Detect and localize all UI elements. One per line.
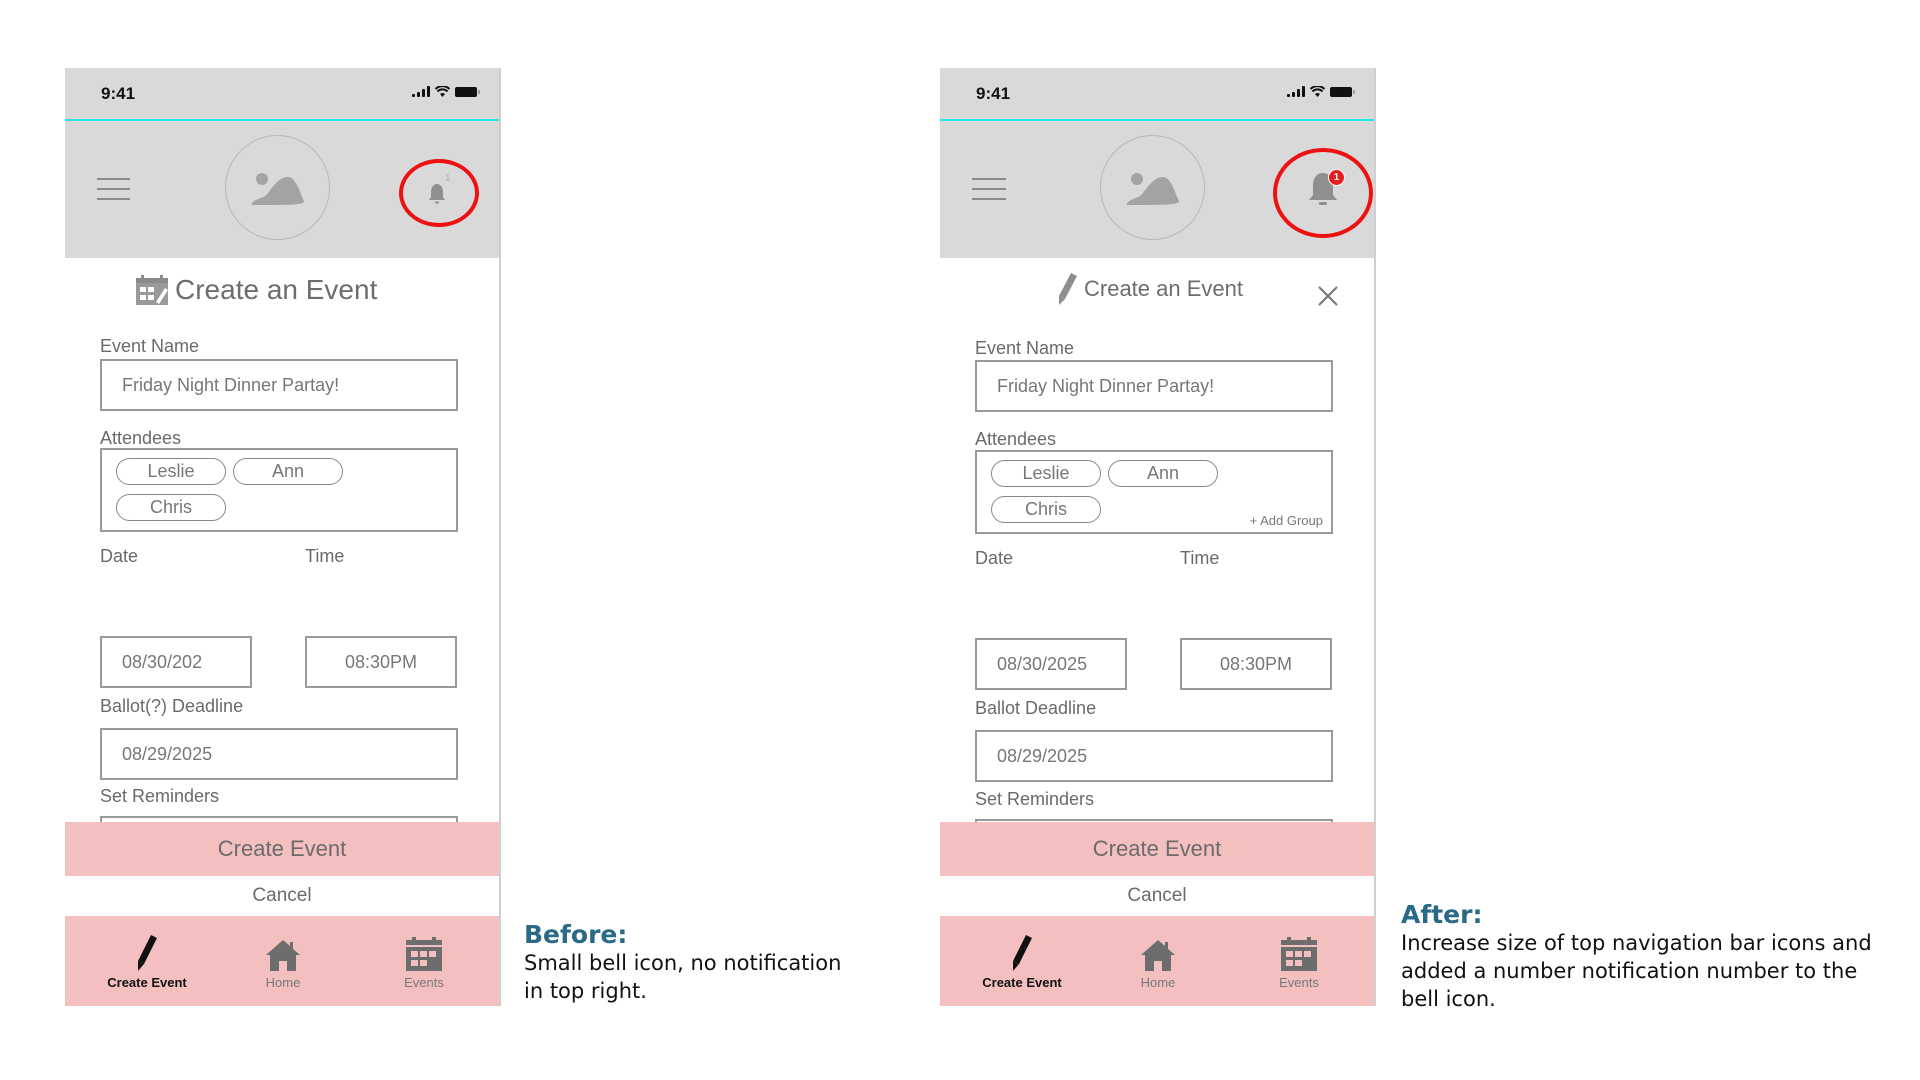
status-time: 9:41 (976, 84, 1011, 103)
pencil-icon (1059, 273, 1077, 305)
event-name-input[interactable]: Friday Night Dinner Partay! (100, 359, 458, 411)
form-title: Create an Event (1058, 272, 1243, 306)
status-time: 9:41 (101, 84, 136, 103)
battery-icon (1330, 86, 1355, 97)
notification-count-faint: 1 (445, 173, 451, 184)
date-label: Date (100, 546, 139, 566)
date-input[interactable]: 08/30/202 (100, 636, 252, 688)
phone-after: 9:41 1 Create an Event Event Name Friday… (940, 68, 1376, 1006)
nav-label: Create Event (982, 975, 1062, 990)
menu-button[interactable] (97, 178, 130, 200)
calendar-icon (406, 937, 442, 971)
deadline-label: Ballot(?) Deadline (100, 696, 244, 716)
calendar-icon (1281, 937, 1317, 971)
after-caption-line: bell icon. (1401, 987, 1496, 1011)
nav-create-event[interactable]: Create Event (87, 930, 207, 990)
app-header: 1 (65, 121, 499, 258)
form-title: Create an Event (135, 274, 377, 306)
deadline-input[interactable]: 08/29/2025 (100, 728, 458, 780)
nav-label: Events (1279, 975, 1319, 990)
event-name-label: Event Name (100, 336, 200, 356)
date-input[interactable]: 08/30/2025 (975, 638, 1127, 690)
deadline-input[interactable]: 08/29/2025 (975, 730, 1333, 782)
after-caption-title: After: (1401, 900, 1483, 929)
phone-before: 9:41 1 Create an Event Event Name Friday… (65, 68, 501, 1006)
create-event-button[interactable]: Create Event (940, 822, 1374, 876)
cancel-button[interactable]: Cancel (65, 876, 499, 916)
logo-placeholder[interactable] (1100, 135, 1205, 240)
before-caption-line: in top right. (524, 979, 647, 1003)
bottom-nav: Create Event Home Events (65, 916, 499, 1006)
status-icons (1287, 86, 1355, 97)
nav-events[interactable]: Events (364, 930, 484, 990)
attendees-label: Attendees (975, 429, 1057, 449)
nav-home[interactable]: Home (223, 930, 343, 990)
attendee-chip[interactable]: Ann (233, 458, 343, 485)
form-title-text: Create an Event (1084, 276, 1243, 301)
battery-icon (455, 86, 480, 97)
nav-label: Home (1140, 975, 1176, 990)
time-input[interactable]: 08:30PM (1180, 638, 1332, 690)
after-caption-line: Increase size of top navigation bar icon… (1401, 931, 1872, 955)
calendar-edit-icon (136, 275, 168, 305)
reminders-label: Set Reminders (100, 786, 220, 806)
notification-button[interactable]: 1 (1307, 169, 1345, 214)
attendees-label: Attendees (100, 428, 182, 448)
event-name-label: Event Name (975, 338, 1075, 358)
bell-icon (429, 184, 445, 204)
attendee-chip[interactable]: Chris (116, 494, 226, 521)
wifi-icon (1310, 86, 1325, 97)
image-placeholder-icon (1126, 172, 1179, 205)
attendee-chip[interactable]: Ann (1108, 460, 1218, 487)
nav-create-event[interactable]: Create Event (962, 930, 1082, 990)
attendee-chip[interactable]: Leslie (116, 458, 226, 485)
nav-label: Home (265, 975, 301, 990)
time-label: Time (305, 546, 345, 566)
before-caption-title: Before: (524, 920, 628, 949)
after-caption-line: added a number notification number to th… (1401, 959, 1858, 983)
time-label: Time (1180, 548, 1220, 568)
event-name-input[interactable]: Friday Night Dinner Partay! (975, 360, 1333, 412)
nav-home[interactable]: Home (1098, 930, 1218, 990)
attendees-input[interactable]: Leslie Ann Chris (100, 448, 458, 532)
attendees-input[interactable]: Leslie Ann Chris + Add Group (975, 450, 1333, 534)
nav-label: Create Event (107, 975, 187, 990)
signal-icon (1287, 86, 1305, 97)
date-label: Date (975, 548, 1014, 568)
form-title-text: Create an Event (175, 274, 378, 305)
notification-badge: 1 (1328, 169, 1345, 186)
create-event-button[interactable]: Create Event (65, 822, 499, 876)
after-caption: After: Increase size of top navigation b… (1401, 900, 1872, 1013)
wifi-icon (435, 86, 450, 97)
bottom-nav: Create Event Home Events (940, 916, 1374, 1006)
status-icons (412, 86, 480, 97)
app-header: 1 (940, 121, 1374, 258)
add-group-link[interactable]: + Add Group (1250, 513, 1323, 528)
pencil-icon (138, 935, 157, 971)
nav-events[interactable]: Events (1239, 930, 1359, 990)
reminders-label: Set Reminders (975, 789, 1095, 809)
status-bar: 9:41 (65, 68, 499, 121)
home-icon (266, 940, 300, 971)
logo-placeholder[interactable] (225, 135, 330, 240)
pencil-icon (1013, 935, 1032, 971)
create-event-form: Create an Event Event Name Friday Night … (65, 258, 499, 868)
notification-button[interactable]: 1 (428, 173, 451, 210)
time-input[interactable]: 08:30PM (305, 636, 457, 688)
cancel-button[interactable]: Cancel (940, 876, 1374, 916)
menu-button[interactable] (972, 178, 1006, 200)
attendee-chip[interactable]: Leslie (991, 460, 1101, 487)
status-bar: 9:41 (940, 68, 1374, 121)
deadline-label: Ballot Deadline (975, 698, 1097, 718)
image-placeholder-icon (251, 172, 304, 205)
create-event-form: Create an Event Event Name Friday Night … (940, 258, 1374, 871)
nav-label: Events (404, 975, 444, 990)
attendee-chip[interactable]: Chris (991, 496, 1101, 523)
home-icon (1141, 940, 1175, 971)
before-caption: Before: Small bell icon, no notification… (524, 920, 841, 1005)
signal-icon (412, 86, 430, 97)
before-caption-line: Small bell icon, no notification (524, 951, 842, 975)
close-icon[interactable] (1316, 284, 1340, 308)
